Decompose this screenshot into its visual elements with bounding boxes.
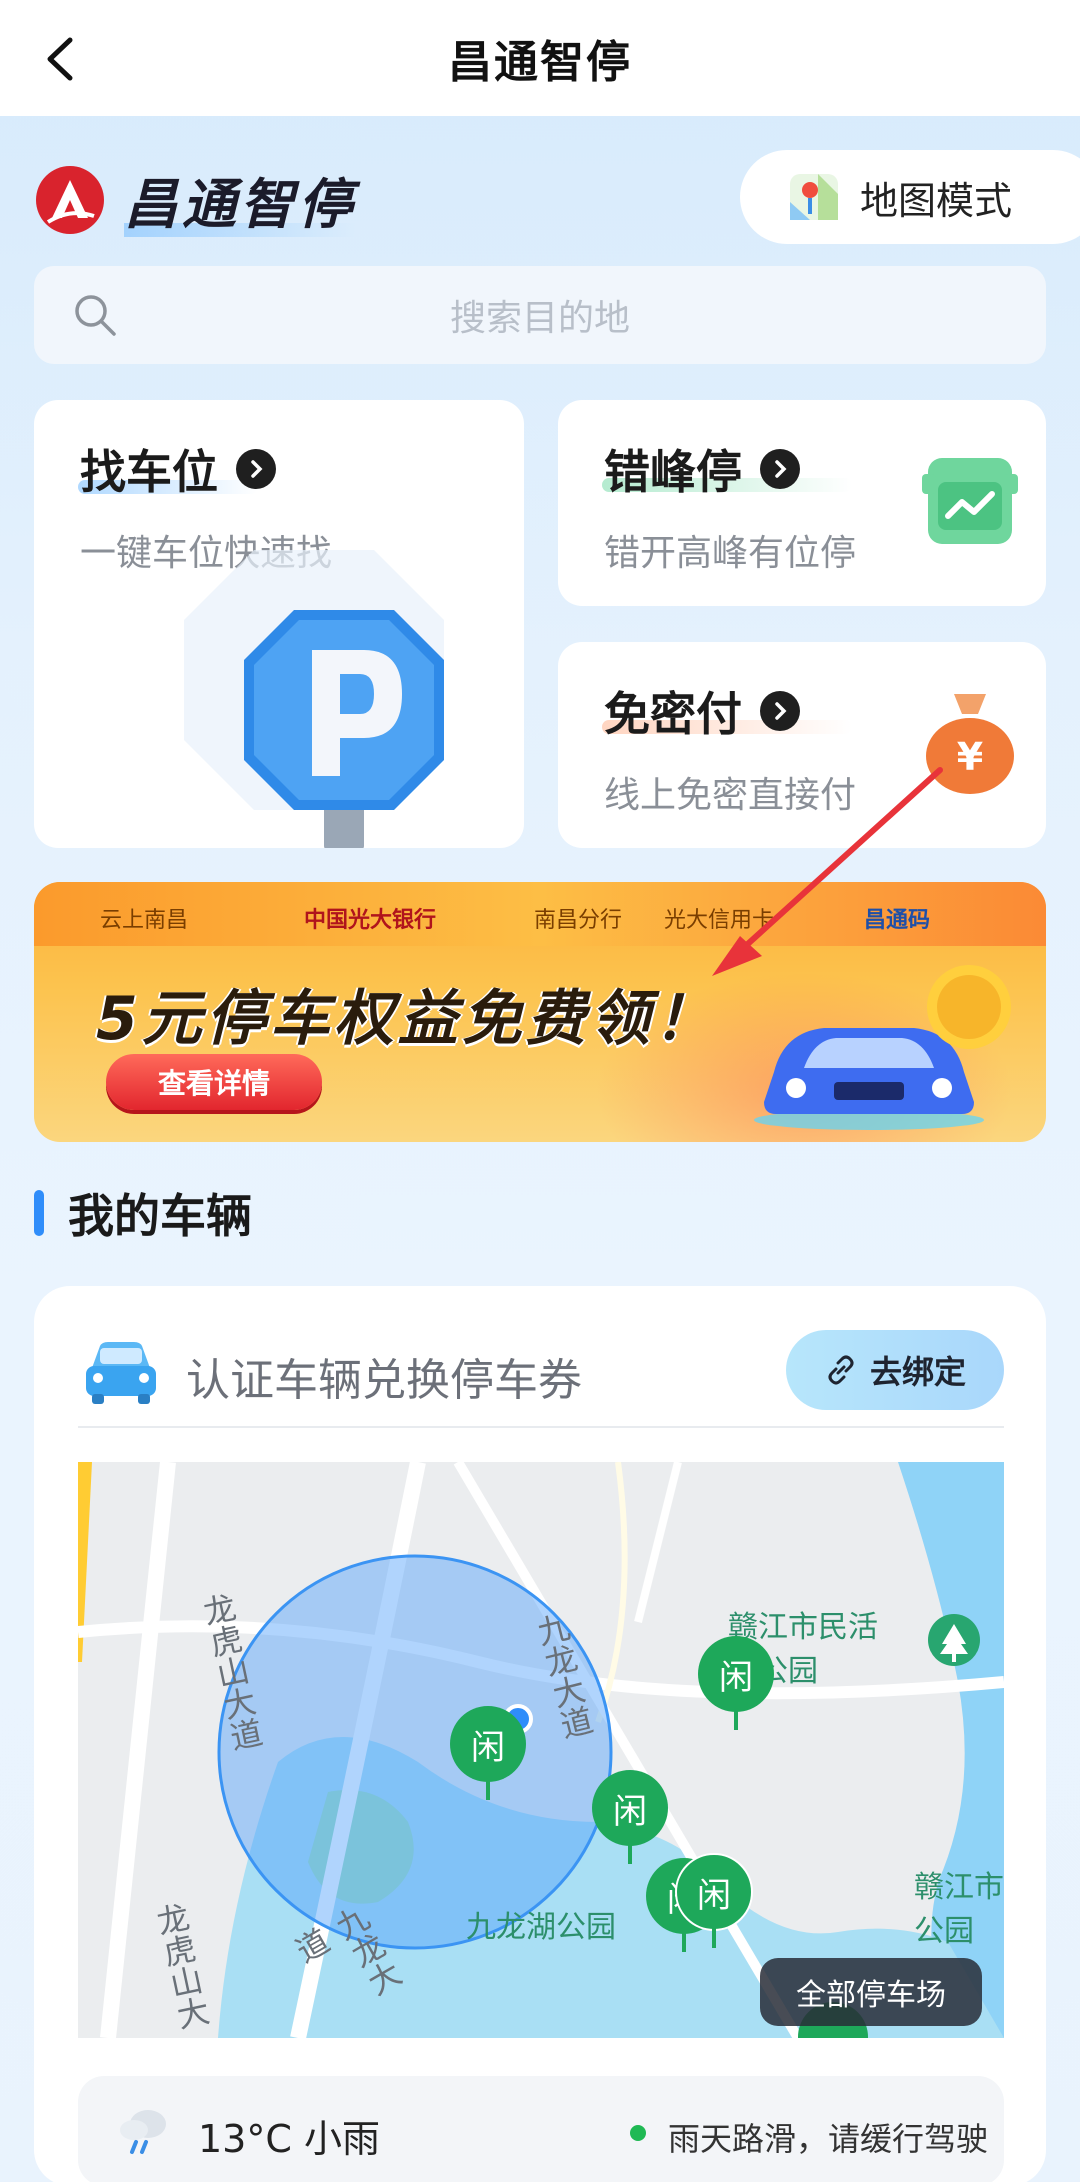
car-icon bbox=[86, 1342, 156, 1404]
marker-label: 闲 bbox=[719, 1658, 753, 1698]
annotation-arrow bbox=[712, 767, 943, 976]
park-icon bbox=[928, 1614, 980, 1666]
pay-title-row: 免密付 bbox=[604, 678, 800, 744]
map-mode-button[interactable]: 地图模式 bbox=[740, 150, 1080, 244]
parking-marker[interactable]: 闲 bbox=[590, 1768, 670, 1864]
weather-tip: 雨天路滑，请缓行驾驶 bbox=[668, 2120, 989, 2158]
divider bbox=[78, 1426, 1004, 1428]
banner-headline: 5元停车权益免费领！ bbox=[96, 984, 718, 1054]
find-title-row: 找车位 bbox=[80, 436, 276, 502]
search-icon bbox=[75, 295, 116, 336]
place-label: 赣江市公园 bbox=[914, 1870, 1004, 1949]
pay-title: 免密付 bbox=[604, 687, 742, 741]
peak-title: 错峰停 bbox=[604, 445, 742, 499]
search-input[interactable]: 搜索目的地 bbox=[34, 266, 1046, 364]
parking-marker[interactable]: 闲 bbox=[696, 1634, 776, 1730]
view-details-button[interactable]: 查看详情 bbox=[106, 1054, 322, 1110]
status-dot bbox=[630, 2125, 646, 2141]
all-parking-button[interactable]: 全部停车场 bbox=[760, 1958, 982, 2026]
search-placeholder: 搜索目的地 bbox=[449, 298, 630, 339]
my-vehicles-card: 认证车辆兑换停车券 去绑定 龙虎山大道 九龙大道 龙虎山大 九龙大道 赣江市民活… bbox=[34, 1286, 1046, 2182]
map-canvas bbox=[78, 1462, 1004, 2038]
chevron-right-icon bbox=[760, 691, 800, 731]
map-icon bbox=[790, 174, 838, 220]
vehicle-prompt: 认证车辆兑换停车券 bbox=[186, 1355, 582, 1406]
bind-vehicle-button[interactable]: 去绑定 bbox=[786, 1330, 1004, 1410]
find-title: 找车位 bbox=[80, 445, 218, 499]
brand-header: 昌通智停 bbox=[34, 160, 356, 239]
chevron-right-icon bbox=[760, 449, 800, 489]
brand-name: 昌通智停 bbox=[124, 160, 356, 239]
weather-temperature: 13°C 小雨 bbox=[198, 2117, 380, 2161]
sponsor-3: 南昌分行 bbox=[534, 908, 623, 933]
svg-text:¥: ¥ bbox=[957, 735, 983, 779]
marker-label: 闲 bbox=[471, 1728, 505, 1768]
weather-bar: 13°C 小雨 雨天路滑，请缓行驾驶 bbox=[78, 2076, 1004, 2182]
sponsor-2: 中国光大银行 bbox=[304, 908, 437, 933]
car-chart-icon bbox=[922, 458, 1018, 544]
my-vehicles-header: 我的车辆 bbox=[34, 1180, 252, 1246]
back-arrow-icon[interactable] bbox=[38, 36, 84, 82]
link-icon bbox=[828, 1355, 854, 1385]
section-title: 我的车辆 bbox=[68, 1189, 252, 1243]
sponsor-1: 云上南昌 bbox=[100, 908, 189, 933]
chevron-right-icon bbox=[236, 449, 276, 489]
marker-label: 闲 bbox=[697, 1876, 731, 1916]
tree-icon bbox=[498, 1612, 540, 1658]
off-peak-card[interactable]: 错峰停 错开高峰有位停 bbox=[558, 400, 1046, 606]
place-label: 九龙湖公园 bbox=[466, 1910, 616, 1945]
parking-marker[interactable]: 闲 bbox=[448, 1704, 528, 1800]
brand-logo-icon bbox=[36, 165, 104, 234]
bind-button-label: 去绑定 bbox=[869, 1353, 966, 1391]
page-title: 昌通智停 bbox=[448, 37, 632, 88]
marker-label: 闲 bbox=[613, 1792, 647, 1832]
rain-cloud-icon bbox=[120, 2110, 166, 2154]
nav-bar: 昌通智停 bbox=[0, 0, 1080, 116]
parking-sign-icon bbox=[184, 550, 444, 848]
section-accent-bar bbox=[34, 1190, 44, 1236]
parking-marker[interactable]: 闲 bbox=[674, 1852, 754, 1948]
find-parking-card[interactable]: 找车位 一键车位快速找 bbox=[34, 400, 524, 848]
map-mode-label: 地图模式 bbox=[860, 178, 1013, 223]
parking-map[interactable]: 龙虎山大道 九龙大道 龙虎山大 九龙大道 赣江市民活力公园 九龙湖公园 赣江市公… bbox=[78, 1462, 1004, 2038]
peak-subtitle: 错开高峰有位停 bbox=[604, 533, 857, 574]
peak-title-row: 错峰停 bbox=[604, 436, 800, 502]
